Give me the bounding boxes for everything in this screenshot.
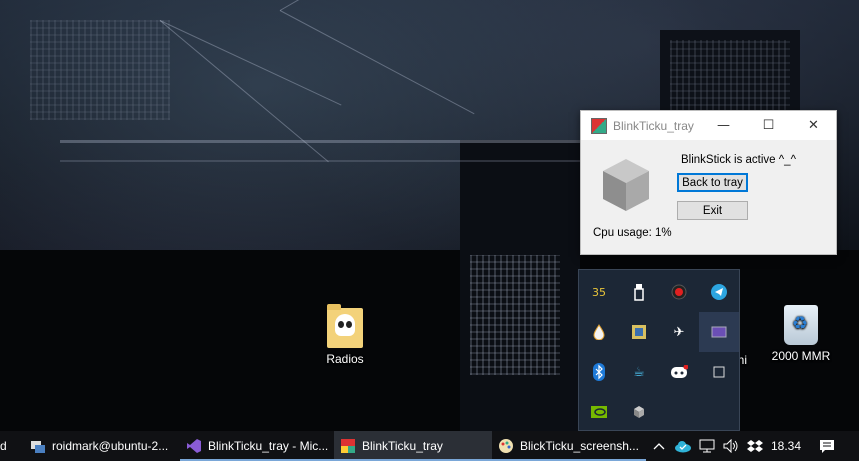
coffee-cup-icon[interactable]: ☕ [619,352,659,392]
skull-folder-icon [327,304,363,348]
grid-app-icon[interactable] [619,312,659,352]
exit-button[interactable]: Exit [677,201,748,220]
app-icon [591,117,607,134]
cube-icon [603,159,649,211]
app-window: BlinkTicku_tray — ☐ ✕ BlinkStick is acti… [580,110,837,255]
discord-icon[interactable] [659,352,699,392]
task-label: BlickTicku_screensh... [520,439,639,453]
task-label: roidmark@ubuntu-2... [52,439,169,453]
usb-drive-icon[interactable] [619,272,659,312]
water-drop-icon[interactable] [579,312,619,352]
window-titlebar[interactable]: BlinkTicku_tray — ☐ ✕ [581,111,836,140]
visual-studio-icon [187,439,201,453]
app-icon [341,439,355,453]
desktop-icon-radios[interactable]: Radios [310,304,380,366]
taskbar-item-putty[interactable]: roidmark@ubuntu-2... [24,431,180,461]
telegram-icon[interactable] [699,272,739,312]
minimize-button[interactable]: — [701,111,746,140]
notifications-icon[interactable] [812,431,842,461]
bluetooth-icon[interactable] [579,352,619,392]
monitor-icon[interactable] [699,312,739,352]
maximize-button[interactable]: ☐ [746,111,791,140]
taskbar-item-visual-studio[interactable]: BlinkTicku_tray - Mic... [180,431,336,461]
desktop-icon-2000-mmr[interactable]: 2000 MMR [766,305,836,363]
cpu-value: 1% [655,227,672,239]
clock[interactable]: 18.34 [768,431,804,461]
airplane-icon[interactable]: ✈ [659,312,699,352]
cpu-usage: Cpu usage: 1% [593,227,672,239]
task-label: BlinkTicku_tray - Mic... [208,439,329,453]
onedrive-icon[interactable] [672,431,694,461]
window-title: BlinkTicku_tray [613,118,694,133]
desktop-icon-label: 2000 MMR [771,349,831,363]
taskbar-item-partial[interactable]: d [0,431,14,461]
taskbar: d roidmark@ubuntu-2... BlinkTicku_tray -… [0,431,859,461]
tray-overflow-popup: 35 ✈ ☕ [578,269,740,431]
dropbox-icon[interactable] [744,431,766,461]
task-label: BlinkTicku_tray [362,439,443,453]
window-icon[interactable] [699,352,739,392]
recycle-bin-icon [784,305,818,345]
status-text: BlinkStick is active ^_^ [681,154,796,166]
network-icon[interactable] [696,431,718,461]
putty-icon [31,441,45,453]
taskbar-item-blinkticku-tray[interactable]: BlinkTicku_tray [334,431,492,461]
cpu-label: Cpu usage: [593,227,652,239]
paint-icon [499,439,513,453]
chevron-up-icon[interactable] [648,431,670,461]
taskbar-item-paint[interactable]: BlickTicku_screensh... [492,431,646,461]
back-to-tray-button[interactable]: Back to tray [677,173,748,192]
close-button[interactable]: ✕ [791,111,836,140]
volume-icon[interactable] [720,431,742,461]
cube-icon[interactable] [619,392,659,432]
record-icon[interactable] [659,272,699,312]
desktop-icon-label: Radios [326,352,364,366]
number-badge-icon[interactable]: 35 [579,272,619,312]
task-label: d [0,439,7,453]
nvidia-icon[interactable] [579,392,619,432]
